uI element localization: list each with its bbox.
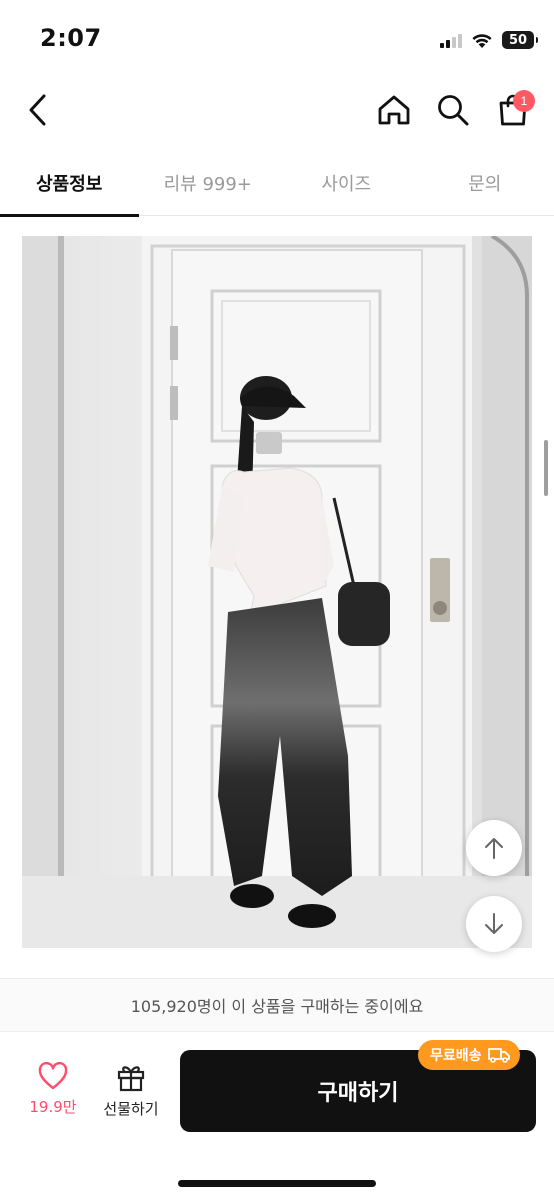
free-shipping-badge: 무료배송 xyxy=(418,1040,520,1070)
battery-icon: 50 xyxy=(502,31,538,49)
arrow-up-icon xyxy=(485,838,503,859)
scroll-down-button[interactable] xyxy=(466,896,522,952)
search-icon xyxy=(438,95,469,126)
purchase-counter-text: 105,920명이 이 상품을 구매하는 중이에요 xyxy=(130,997,424,1016)
free-shipping-label: 무료배송 xyxy=(430,1048,482,1064)
cart-button[interactable]: 1 xyxy=(491,88,535,132)
top-navigation: 1 xyxy=(0,78,554,142)
tab-reviews[interactable]: 리뷰 999+ xyxy=(139,150,278,216)
signal-icon xyxy=(440,32,462,48)
tab-inquiry[interactable]: 문의 xyxy=(416,150,554,216)
tab-size[interactable]: 사이즈 xyxy=(277,150,416,216)
arrow-down-icon xyxy=(485,913,503,934)
product-tabs: 상품정보 리뷰 999+ 사이즈 문의 xyxy=(0,150,554,217)
product-detail-page: 2:07 50 1 상품정보 리뷰 999+ 사이즈 문의 105,920명이 … xyxy=(0,0,554,1200)
gift-button[interactable]: 선물하기 xyxy=(96,1062,166,1128)
status-time: 2:07 xyxy=(40,24,102,52)
like-button[interactable]: 19.9만 xyxy=(22,1062,84,1128)
search-button[interactable] xyxy=(431,88,475,132)
like-count: 19.9만 xyxy=(29,1098,77,1116)
wifi-icon xyxy=(472,33,492,48)
scrollbar[interactable] xyxy=(544,440,548,496)
scroll-up-button[interactable] xyxy=(466,820,522,876)
home-button[interactable] xyxy=(372,88,416,132)
gift-label: 선물하기 xyxy=(103,1100,159,1118)
heart-icon xyxy=(38,1062,68,1090)
bottom-action-bar: 19.9만 선물하기 구매하기 무료배송 xyxy=(0,1032,554,1200)
product-photo xyxy=(22,236,532,948)
home-icon xyxy=(378,95,410,125)
status-icons: 50 xyxy=(440,28,538,52)
gift-icon xyxy=(117,1066,145,1092)
battery-level: 50 xyxy=(508,32,528,48)
cart-count-badge: 1 xyxy=(513,90,535,112)
back-button[interactable] xyxy=(18,88,58,132)
status-bar: 2:07 50 xyxy=(0,0,554,78)
tab-product-info[interactable]: 상품정보 xyxy=(0,150,139,217)
back-chevron-icon xyxy=(29,94,46,126)
home-indicator[interactable] xyxy=(178,1180,376,1187)
truck-icon xyxy=(487,1048,510,1063)
purchase-counter: 105,920명이 이 상품을 구매하는 중이에요 xyxy=(0,978,554,1032)
